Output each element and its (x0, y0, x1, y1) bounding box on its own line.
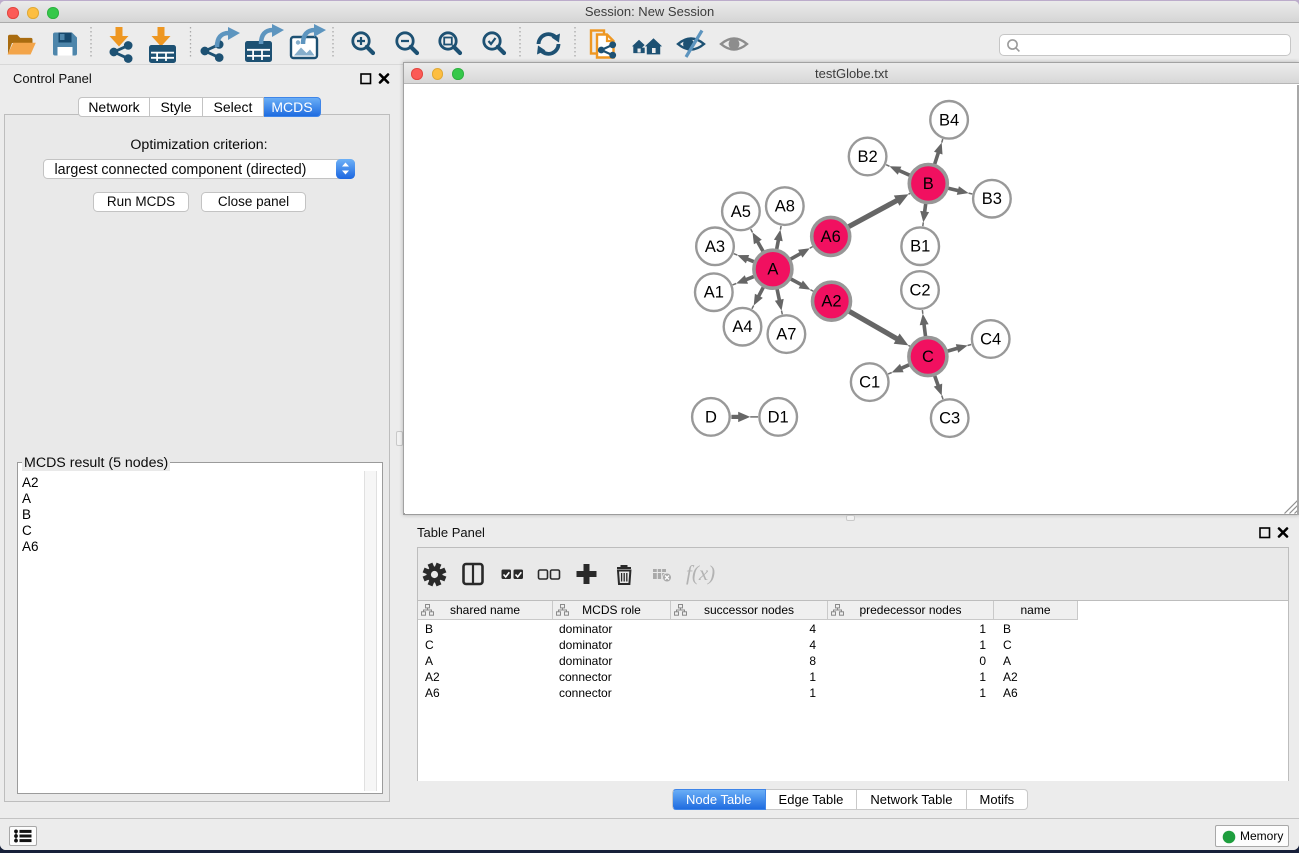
svg-text:A: A (767, 261, 778, 279)
svg-text:C2: C2 (909, 282, 930, 300)
svg-text:B: B (922, 175, 933, 193)
svg-text:B1: B1 (910, 238, 930, 256)
svg-text:B2: B2 (857, 148, 877, 166)
svg-text:B3: B3 (981, 190, 1001, 208)
svg-text:f(x): f(x) (686, 561, 715, 585)
svg-text:A3: A3 (704, 238, 724, 256)
svg-text:A2: A2 (821, 293, 841, 311)
svg-text:A7: A7 (776, 326, 796, 344)
svg-text:C: C (921, 348, 933, 366)
svg-text:D: D (704, 409, 716, 427)
svg-text:A6: A6 (820, 228, 840, 246)
svg-text:C4: C4 (980, 331, 1001, 349)
svg-text:C3: C3 (939, 410, 960, 428)
svg-text:A1: A1 (703, 284, 723, 302)
svg-text:A8: A8 (774, 198, 794, 216)
svg-text:A4: A4 (732, 318, 752, 336)
svg-text:C1: C1 (859, 374, 880, 392)
svg-text:D1: D1 (767, 409, 788, 427)
svg-text:A5: A5 (730, 203, 750, 221)
svg-text:B4: B4 (939, 112, 959, 130)
